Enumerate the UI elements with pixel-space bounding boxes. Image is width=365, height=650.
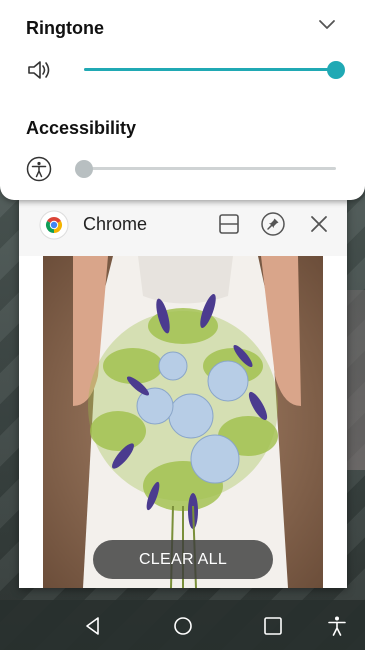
slider-fill bbox=[84, 68, 336, 71]
accessibility-slider[interactable] bbox=[75, 159, 336, 179]
recent-app-card[interactable]: Chrome bbox=[19, 200, 347, 588]
ringtone-label: Ringtone bbox=[26, 18, 104, 38]
slider-track bbox=[84, 167, 336, 170]
split-screen-icon[interactable] bbox=[217, 212, 241, 236]
app-name: Chrome bbox=[83, 214, 148, 234]
back-icon[interactable] bbox=[82, 615, 104, 637]
navigation-bar bbox=[0, 600, 365, 650]
slider-thumb[interactable] bbox=[75, 160, 93, 178]
chevron-down-icon[interactable] bbox=[316, 16, 338, 34]
ringtone-slider[interactable] bbox=[84, 60, 345, 80]
accessibility-label: Accessibility bbox=[26, 118, 137, 138]
volume-panel: Ringtone Accessibility bbox=[0, 0, 365, 200]
speaker-icon[interactable] bbox=[26, 58, 52, 82]
home-icon[interactable] bbox=[172, 615, 194, 637]
recent-apps-icon[interactable] bbox=[262, 615, 284, 637]
chrome-logo-icon bbox=[39, 210, 69, 240]
accessibility-icon[interactable] bbox=[26, 156, 52, 182]
pin-icon[interactable] bbox=[261, 212, 285, 236]
app-screenshot-thumbnail[interactable] bbox=[43, 256, 323, 588]
accessibility-shortcut-icon[interactable] bbox=[326, 615, 348, 637]
recent-app-header: Chrome bbox=[19, 200, 347, 256]
close-icon[interactable] bbox=[307, 212, 331, 236]
clear-all-button[interactable]: CLEAR ALL bbox=[93, 540, 273, 579]
slider-thumb[interactable] bbox=[327, 61, 345, 79]
bouquet-image bbox=[43, 256, 323, 588]
